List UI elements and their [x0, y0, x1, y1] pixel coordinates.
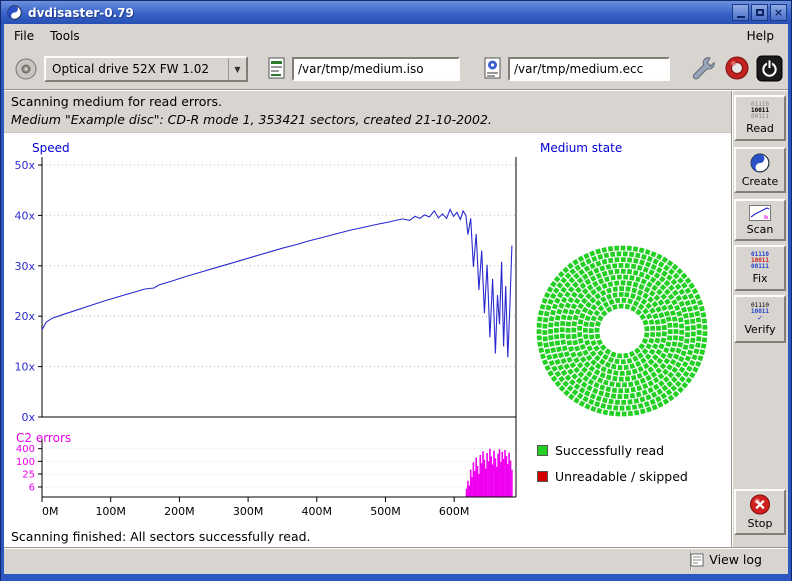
chevron-down-icon[interactable]: ▼: [228, 58, 246, 80]
svg-text:6: 6: [29, 482, 35, 493]
close-icon: ×: [774, 7, 783, 18]
svg-text:100: 100: [16, 457, 35, 468]
svg-text:600M: 600M: [439, 505, 470, 518]
create-button[interactable]: Create: [734, 147, 786, 193]
medium-state-title: Medium state: [540, 141, 622, 155]
success-swatch-icon: [537, 445, 548, 456]
menu-help[interactable]: Help: [739, 26, 782, 46]
status-message: Scanning medium for read errors.: [11, 94, 222, 109]
drive-select[interactable]: Optical drive 52X FW 1.02 ▼: [44, 56, 248, 82]
svg-text:200M: 200M: [164, 505, 195, 518]
menubar: File Tools Help: [4, 24, 788, 48]
menu-file[interactable]: File: [6, 26, 42, 46]
svg-text:100M: 100M: [95, 505, 126, 518]
stop-icon: [749, 494, 771, 515]
action-sidebar: 01110 10011 00111 Read Create: [731, 91, 788, 548]
ecc-file-icon: [484, 57, 501, 79]
preferences-wrench-icon[interactable]: [690, 55, 716, 81]
legend-success-label: Successfully read: [555, 443, 664, 458]
svg-text:50x: 50x: [14, 159, 35, 172]
svg-text:30x: 30x: [14, 260, 35, 273]
main-area: Scanning medium for read errors. Medium …: [4, 90, 788, 547]
scan-label: Scan: [747, 223, 774, 236]
fix-label: Fix: [752, 272, 767, 285]
fix-button[interactable]: 01110 10011 00111 Fix: [734, 245, 786, 291]
svg-text:400: 400: [16, 444, 35, 455]
stop-label: Stop: [747, 517, 772, 530]
create-label: Create: [742, 175, 779, 188]
chart-icon: [749, 205, 771, 221]
maximize-button[interactable]: [751, 4, 768, 21]
window-title: dvdisaster-0.79: [28, 6, 134, 20]
drive-icon[interactable]: [14, 57, 38, 81]
log-icon: [690, 553, 704, 567]
svg-text:300M: 300M: [233, 505, 264, 518]
verify-button[interactable]: 01110 10011 ✓ Verify: [734, 295, 786, 343]
app-yinyang-icon: [7, 5, 22, 20]
view-log-label: View log: [709, 552, 762, 567]
svg-text:25: 25: [22, 469, 35, 480]
read-label: Read: [746, 122, 774, 135]
svg-text:500M: 500M: [370, 505, 401, 518]
svg-text:10x: 10x: [14, 361, 35, 374]
maximize-icon: [756, 9, 764, 16]
app-window: dvdisaster-0.79 × File Tools Help Optica…: [0, 0, 792, 581]
status-strip: Scanning medium for read errors. Medium …: [4, 91, 788, 133]
legend-unreadable-label: Unreadable / skipped: [555, 469, 688, 484]
menu-tools[interactable]: Tools: [42, 26, 88, 46]
toolbar: Optical drive 52X FW 1.02 ▼: [4, 48, 788, 90]
finished-message: Scanning finished: All sectors successfu…: [11, 529, 311, 544]
medium-state-disc: [534, 243, 710, 419]
legend-unreadable: Unreadable / skipped: [537, 469, 688, 484]
binary-verify-icon: 01110 10011 ✓: [751, 303, 769, 321]
statusbar: View log: [4, 547, 788, 573]
drive-select-value: Optical drive 52X FW 1.02: [46, 62, 228, 76]
svg-text:40x: 40x: [14, 209, 35, 222]
svg-text:20x: 20x: [14, 310, 35, 323]
binary-icon: 01110 10011 00111: [751, 102, 769, 120]
verify-label: Verify: [744, 323, 775, 336]
quit-power-icon[interactable]: [756, 55, 783, 82]
iso-path-input[interactable]: [292, 57, 460, 81]
ecc-path-input[interactable]: [508, 57, 670, 81]
binary-fix-icon: 01110 10011 00111: [751, 252, 769, 270]
speed-and-c2-chart: 0x 10x 20x 30x 40x 50x 400 10025 6 0M 100M 200M 300M…: [6, 153, 536, 533]
titlebar[interactable]: dvdisaster-0.79 ×: [1, 1, 791, 24]
medium-info: Medium "Example disc": CD-R mode 1, 3534…: [11, 112, 492, 127]
view-log-button[interactable]: View log: [690, 552, 762, 567]
window-frame: File Tools Help Optical drive 52X FW 1.0…: [1, 24, 791, 581]
svg-text:0M: 0M: [42, 505, 59, 518]
svg-text:0x: 0x: [21, 411, 35, 424]
minimize-button[interactable]: [732, 4, 749, 21]
minimize-icon: [737, 16, 745, 18]
legend-success: Successfully read: [537, 443, 664, 458]
iso-file-icon: [268, 57, 285, 79]
stop-button[interactable]: Stop: [734, 489, 786, 535]
yinyang-icon: [750, 153, 770, 173]
close-button[interactable]: ×: [770, 4, 787, 21]
help-disc-icon[interactable]: [724, 55, 750, 81]
check-icon: ✓: [751, 315, 769, 321]
unreadable-swatch-icon: [537, 471, 548, 482]
read-button[interactable]: 01110 10011 00111 Read: [734, 95, 786, 141]
scan-button[interactable]: Scan: [734, 199, 786, 241]
svg-text:400M: 400M: [302, 505, 333, 518]
